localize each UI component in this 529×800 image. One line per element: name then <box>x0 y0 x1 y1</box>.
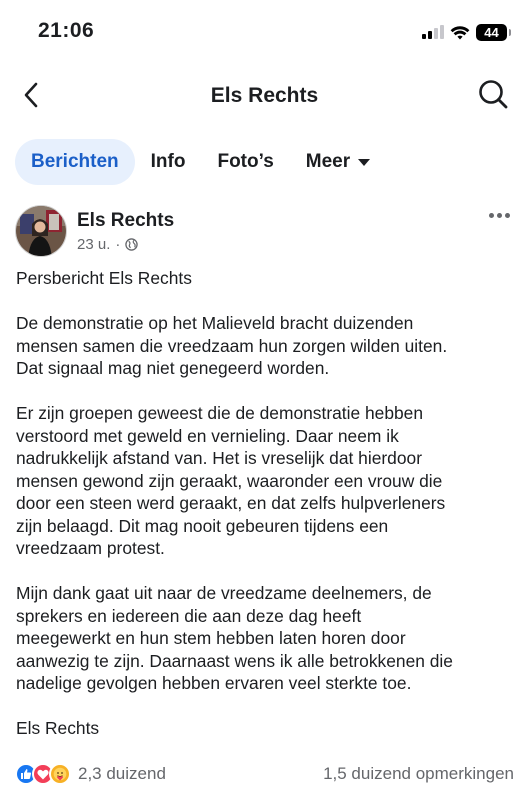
post-author[interactable]: Els Rechts <box>77 210 174 232</box>
page-title: Els Rechts <box>210 84 319 107</box>
tab-info[interactable]: Info <box>135 139 202 185</box>
cellular-signal-icon <box>422 25 444 39</box>
post-body: Persbericht Els Rechts De demonstratie o… <box>16 267 516 762</box>
globe-icon <box>125 238 139 251</box>
post-header: Els Rechts 23 u. · <box>15 205 514 259</box>
status-bar: 21:06 44 <box>0 0 529 62</box>
comments-count[interactable]: 1,5 duizend opmerkingen <box>323 764 514 784</box>
tab-berichten[interactable]: Berichten <box>15 139 135 185</box>
status-time: 21:06 <box>38 19 95 42</box>
reactions-summary[interactable]: 2,3 duizend <box>15 763 166 785</box>
avatar[interactable] <box>15 205 67 257</box>
more-options-button[interactable] <box>489 213 510 218</box>
page-header: Els Rechts <box>0 72 529 120</box>
avatar-image <box>16 206 66 256</box>
more-dot-icon <box>497 213 502 218</box>
reactions-row: 2,3 duizend 1,5 duizend opmerkingen <box>15 762 514 786</box>
tab-meer[interactable]: Meer <box>290 139 386 185</box>
post-paragraph: De demonstratie op het Malieveld bracht … <box>16 313 448 378</box>
care-icon <box>49 763 71 785</box>
tab-meer-label: Meer <box>305 151 351 172</box>
status-icons: 44 <box>422 22 511 42</box>
post-signature: Els Rechts <box>16 718 100 738</box>
profile-tabs: Berichten Info Foto’s Meer <box>15 139 386 185</box>
post-paragraph: Mijn dank gaat uit naar de vreedzame dee… <box>16 583 453 693</box>
search-icon <box>479 80 508 109</box>
search-button[interactable] <box>475 76 511 112</box>
post-meta: 23 u. · <box>77 236 139 253</box>
meta-separator: · <box>115 236 121 253</box>
post-paragraph: Persbericht Els Rechts <box>16 268 192 288</box>
post-paragraph: Er zijn groepen geweest die de demonstra… <box>16 403 446 558</box>
battery-level: 44 <box>484 24 499 40</box>
more-dot-icon <box>489 213 494 218</box>
tab-fotos[interactable]: Foto’s <box>201 139 289 185</box>
battery-icon: 44 <box>476 23 511 41</box>
wifi-icon <box>450 25 470 39</box>
more-dot-icon <box>505 213 510 218</box>
caret-down-icon <box>358 158 371 166</box>
post-time[interactable]: 23 u. <box>77 236 110 253</box>
reaction-count: 2,3 duizend <box>78 764 166 783</box>
